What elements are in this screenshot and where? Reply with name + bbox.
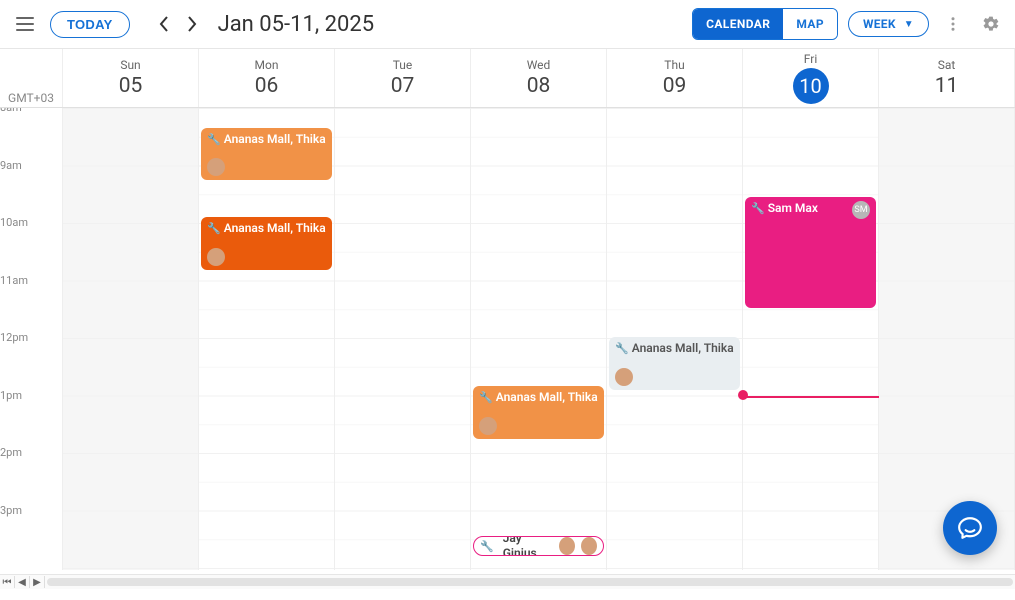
more-options-button[interactable] [939, 10, 967, 38]
calendar-grid: 8am 9am 10am 11am 12pm 1pm 2pm 3pm 🔧Anan… [0, 108, 1015, 570]
day-short: Thu [607, 58, 742, 72]
prev-week-button[interactable] [150, 10, 178, 38]
calendar-event[interactable]: 🔧Ananas Mall, Thika [473, 386, 604, 438]
time-label: 10am [0, 216, 62, 229]
scroll-prev-icon[interactable]: ◀ [15, 576, 30, 588]
event-title: Ananas Mall, Thika [224, 132, 326, 146]
toolbar: TODAY Jan 05-11, 2025 CALENDAR MAP WEEK … [0, 0, 1015, 49]
calendar-event[interactable]: 🔧Ananas Mall, Thika [609, 337, 740, 389]
day-number: 08 [471, 74, 606, 98]
time-label: 1pm [0, 389, 62, 402]
day-column[interactable] [63, 108, 199, 570]
calendar-event[interactable]: 🔧 Jay Ginius [473, 536, 604, 556]
chat-icon [957, 515, 983, 541]
avatar-badge: SM [852, 201, 870, 219]
day-header[interactable]: Mon 06 [199, 49, 335, 107]
calendar-event[interactable]: 🔧Sam Max SM [745, 197, 876, 308]
day-number: 05 [63, 74, 198, 98]
day-header[interactable]: Wed 08 [471, 49, 607, 107]
bottom-scroll-strip: ⏮ ◀ ▶ [0, 574, 1015, 589]
today-button[interactable]: TODAY [50, 11, 130, 38]
day-number: 06 [199, 74, 334, 98]
day-header[interactable]: Fri 10 [743, 49, 879, 107]
view-toggle-calendar[interactable]: CALENDAR [693, 9, 783, 39]
wrench-icon: 🔧 [479, 391, 493, 405]
settings-button[interactable] [977, 10, 1005, 38]
scroll-first-icon[interactable]: ⏮ [0, 576, 15, 588]
day-header[interactable]: Thu 09 [607, 49, 743, 107]
wrench-icon: 🔧 [207, 222, 221, 236]
day-header[interactable]: Tue 07 [335, 49, 471, 107]
time-label: 8am [0, 108, 62, 114]
calendar-event[interactable]: 🔧Ananas Mall, Thika [201, 128, 332, 180]
day-short: Sun [63, 58, 198, 72]
day-header[interactable]: Sun 05 [63, 49, 199, 107]
day-short: Wed [471, 58, 606, 72]
avatar [615, 368, 633, 386]
day-number: 10 [793, 68, 829, 104]
range-select[interactable]: WEEK ▼ [848, 11, 929, 37]
avatar [581, 537, 597, 555]
event-title: Ananas Mall, Thika [496, 390, 598, 404]
day-short: Mon [199, 58, 334, 72]
wrench-icon: 🔧 [751, 202, 765, 216]
day-header[interactable]: Sat 11 [879, 49, 1015, 107]
day-short: Sat [879, 58, 1014, 72]
event-title: Jay Ginius [503, 536, 553, 556]
day-number: 11 [879, 74, 1014, 98]
time-label: 12pm [0, 331, 62, 344]
wrench-icon: 🔧 [615, 342, 629, 356]
calendar-event[interactable]: 🔧Ananas Mall, Thika [201, 217, 332, 270]
timezone-cell: GMT+03 [0, 49, 63, 107]
avatar [559, 537, 575, 555]
event-title: Sam Max [768, 201, 818, 215]
wrench-icon: 🔧 [207, 133, 221, 147]
day-column[interactable]: 🔧Ananas Mall, Thika🔧Ananas Mall, Thika [199, 108, 335, 570]
time-label: 3pm [0, 504, 62, 517]
chat-button[interactable] [943, 501, 997, 555]
calendar: GMT+03 Sun 05 Mon 06 Tue 07 Wed 08 Thu 0… [0, 49, 1015, 589]
day-column[interactable]: 🔧Ananas Mall, Thika [607, 108, 743, 570]
time-label: 9am [0, 159, 62, 172]
chevron-down-icon: ▼ [904, 19, 914, 30]
wrench-icon: 🔧 [480, 540, 494, 554]
view-toggle: CALENDAR MAP [692, 8, 838, 40]
horizontal-scrollbar[interactable] [47, 578, 1013, 586]
next-week-button[interactable] [178, 10, 206, 38]
day-column[interactable] [879, 108, 1015, 570]
day-column[interactable]: 🔧Sam Max SM [743, 108, 879, 570]
now-dot [738, 390, 748, 400]
day-column[interactable] [335, 108, 471, 570]
day-number: 07 [335, 74, 470, 98]
view-toggle-map[interactable]: MAP [783, 9, 837, 39]
event-title: Ananas Mall, Thika [632, 341, 734, 355]
day-header-row: GMT+03 Sun 05 Mon 06 Tue 07 Wed 08 Thu 0… [0, 49, 1015, 108]
day-short: Fri [743, 52, 878, 66]
avatar [207, 158, 225, 176]
avatar [207, 248, 225, 266]
date-nav [150, 10, 206, 38]
scroll-next-icon[interactable]: ▶ [30, 576, 45, 588]
visible-date-range: Jan 05-11, 2025 [218, 12, 375, 37]
time-label: 11am [0, 274, 62, 287]
timezone-label: GMT+03 [8, 91, 54, 105]
range-select-label: WEEK [863, 17, 896, 31]
avatar [479, 417, 497, 435]
event-title: Ananas Mall, Thika [224, 221, 326, 235]
time-label: 2pm [0, 446, 62, 459]
menu-icon[interactable] [10, 9, 40, 39]
day-number: 09 [607, 74, 742, 98]
day-short: Tue [335, 58, 470, 72]
day-column[interactable]: 🔧Ananas Mall, Thika🔧Jay Ginius [471, 108, 607, 570]
calendar-scroll-area[interactable]: 8am 9am 10am 11am 12pm 1pm 2pm 3pm 🔧Anan… [0, 108, 1015, 570]
